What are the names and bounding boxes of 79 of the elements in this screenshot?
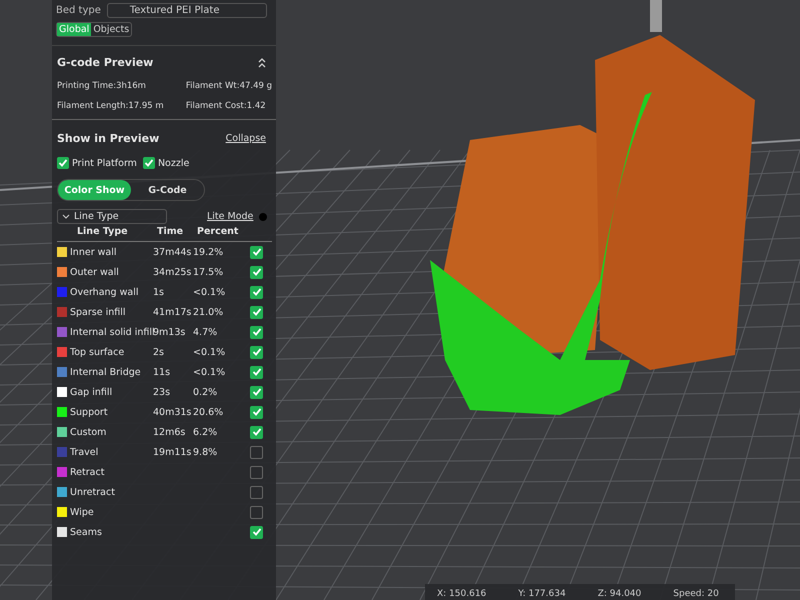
coordinate-text: X: 150.616 — [437, 589, 486, 599]
line-type-name: Retract — [69, 466, 106, 478]
stat-text: Printing Time:3h16m — [57, 81, 147, 91]
column-header: Line Type — [76, 226, 129, 239]
checkbox[interactable] — [250, 506, 263, 518]
percent-cell: <0.1% — [193, 346, 226, 358]
line-type-select[interactable]: Line Type — [57, 209, 167, 224]
line-type-name: Outer wall — [69, 266, 120, 278]
line-type-name: Seams — [69, 526, 103, 538]
percent-cell: 19.2% — [193, 246, 224, 258]
section-title: Show in Preview — [57, 132, 160, 145]
checkbox[interactable] — [250, 326, 263, 338]
checkbox[interactable] — [250, 266, 263, 278]
checkbox[interactable] — [250, 286, 263, 298]
checkbox[interactable] — [142, 157, 155, 169]
coordinate-text: Speed: 20 — [673, 589, 719, 599]
percent-cell: 9.8% — [193, 446, 218, 458]
option-label: Print Platform — [72, 158, 137, 168]
time-cell: 23s — [153, 386, 170, 398]
column-header: Time — [157, 226, 184, 239]
checkbox[interactable] — [57, 157, 69, 169]
line-type-name: Gap infill — [69, 386, 114, 398]
line-type-name: Internal solid infill — [69, 326, 153, 338]
scope-tab[interactable]: Objects — [91, 23, 132, 36]
percent-cell: <0.1% — [193, 286, 226, 298]
time-cell: 9m13s — [153, 326, 186, 338]
checkbox[interactable] — [250, 486, 263, 498]
collapse-chevron-icon[interactable] — [258, 58, 266, 68]
line-type-name: Internal Bridge — [69, 366, 142, 378]
collapse-link[interactable]: Collapse — [226, 133, 266, 144]
coordinate-text: Z: 94.040 — [598, 589, 642, 599]
checkbox[interactable] — [250, 306, 263, 318]
line-type-name: Overhang wall — [69, 286, 140, 298]
line-type-name: Travel — [69, 446, 100, 458]
time-cell: 1s — [153, 286, 164, 298]
option-label: Nozzle — [158, 158, 190, 168]
lite-mode-link[interactable]: Lite Mode — [207, 211, 254, 222]
line-type-name: Support — [69, 406, 109, 418]
percent-cell: <0.1% — [193, 366, 226, 378]
bed-type-label: Bed type — [56, 4, 101, 16]
checkbox[interactable] — [250, 346, 263, 358]
percent-cell: 21.0% — [193, 306, 224, 318]
chevron-down-icon — [62, 214, 70, 219]
line-type-name: Top surface — [69, 346, 126, 358]
checkbox[interactable] — [250, 366, 263, 378]
line-type-name: Custom — [69, 426, 108, 438]
checkbox[interactable] — [250, 466, 263, 478]
percent-cell: 17.5% — [193, 266, 224, 278]
time-cell: 12m6s — [153, 426, 186, 438]
time-cell: 41m17s — [153, 306, 192, 318]
checkbox[interactable] — [250, 446, 263, 458]
percent-cell: 6.2% — [193, 426, 218, 438]
checkbox[interactable] — [250, 426, 263, 438]
line-type-name: Wipe — [69, 506, 95, 518]
time-cell: 19m11s — [153, 446, 192, 458]
percent-cell: 0.2% — [193, 386, 218, 398]
percent-cell: 20.6% — [193, 406, 224, 418]
percent-cell: 4.7% — [193, 326, 218, 338]
time-cell: 34m25s — [153, 266, 192, 278]
line-type-name: Sparse infill — [69, 306, 127, 318]
stat-text: Filament Cost:1.42 — [186, 101, 267, 111]
line-type-name: Unretract — [69, 486, 116, 498]
view-tab[interactable]: G-Code — [131, 180, 204, 200]
stat-text: Filament Wt:47.49 g — [186, 81, 272, 91]
checkbox[interactable] — [250, 526, 263, 538]
coordinate-text: Y: 177.634 — [518, 589, 566, 599]
time-cell: 40m31s — [153, 406, 192, 418]
toggle-dot-icon[interactable] — [259, 212, 268, 220]
time-cell: 37m44s — [153, 246, 192, 258]
checkbox[interactable] — [250, 406, 263, 418]
section-title: G-code Preview — [57, 56, 154, 69]
column-header: Percent — [197, 226, 240, 239]
bed-type-dropdown[interactable]: Textured PEI Plate — [106, 2, 267, 18]
checkbox[interactable] — [250, 386, 263, 398]
stat-text: Filament Length:17.95 m — [57, 101, 165, 111]
line-type-name: Inner wall — [69, 246, 118, 258]
time-cell: 11s — [153, 366, 170, 378]
time-cell: 2s — [153, 346, 164, 358]
checkbox[interactable] — [250, 246, 263, 258]
